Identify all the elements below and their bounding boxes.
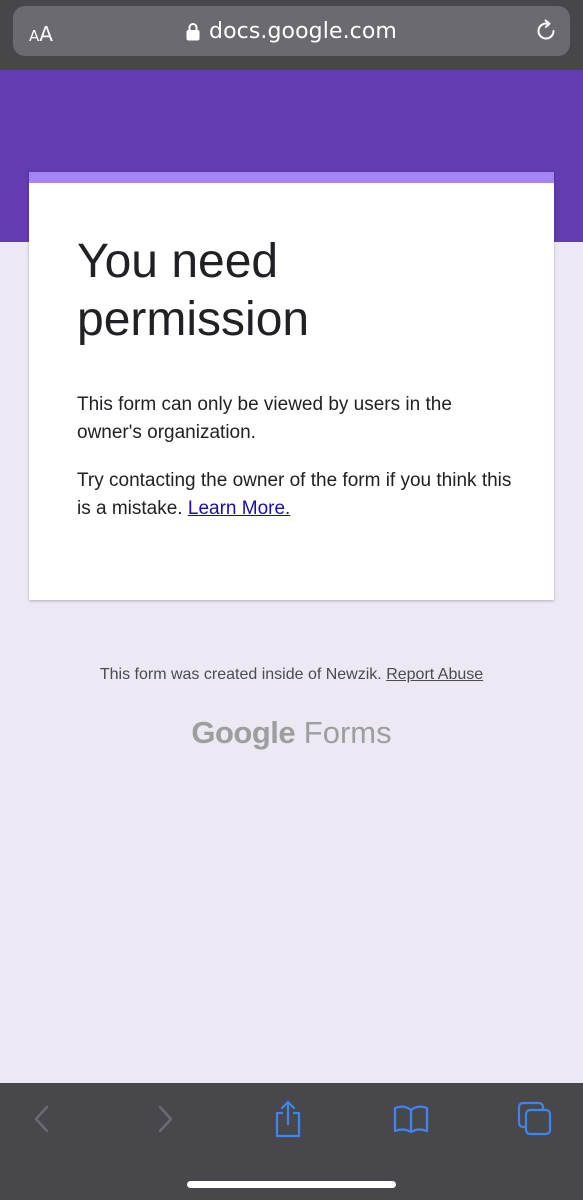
brand-forms-text: Forms — [303, 715, 392, 750]
forward-button[interactable] — [145, 1101, 185, 1141]
contact-owner-message: Try contacting the owner of the form if … — [77, 467, 517, 523]
contact-owner-text: Try contacting the owner of the form if … — [77, 470, 512, 519]
brand-google-text: Google — [191, 715, 296, 750]
page-title: You need permission — [77, 235, 310, 346]
permission-card: You need permission This form can only b… — [29, 172, 554, 600]
back-icon — [32, 1104, 52, 1139]
permission-message: This form can only be viewed by users in… — [77, 394, 452, 443]
lock-icon — [186, 22, 200, 41]
share-icon — [273, 1100, 303, 1143]
google-forms-logo: Google Forms — [0, 715, 583, 751]
forward-icon — [155, 1104, 175, 1139]
address-bar[interactable]: A A docs.google.com — [13, 6, 570, 56]
footer-note: This form was created inside of Newzik. … — [0, 666, 583, 684]
back-button[interactable] — [22, 1101, 62, 1141]
tabs-button[interactable] — [515, 1101, 555, 1141]
reload-icon[interactable] — [534, 19, 558, 43]
home-indicator — [187, 1181, 396, 1188]
share-button[interactable] — [268, 1100, 308, 1143]
browser-top-bar: A A docs.google.com — [0, 0, 583, 70]
url-display[interactable]: docs.google.com — [13, 6, 570, 56]
report-abuse-link[interactable]: Report Abuse — [386, 666, 483, 683]
tabs-icon — [517, 1101, 553, 1142]
created-inside-text: This form was created inside of Newzik. — [99, 666, 382, 683]
bookmarks-icon — [393, 1104, 429, 1139]
url-text: docs.google.com — [209, 18, 397, 44]
learn-more-link[interactable]: Learn More. — [188, 498, 290, 519]
bookmarks-button[interactable] — [391, 1101, 431, 1141]
